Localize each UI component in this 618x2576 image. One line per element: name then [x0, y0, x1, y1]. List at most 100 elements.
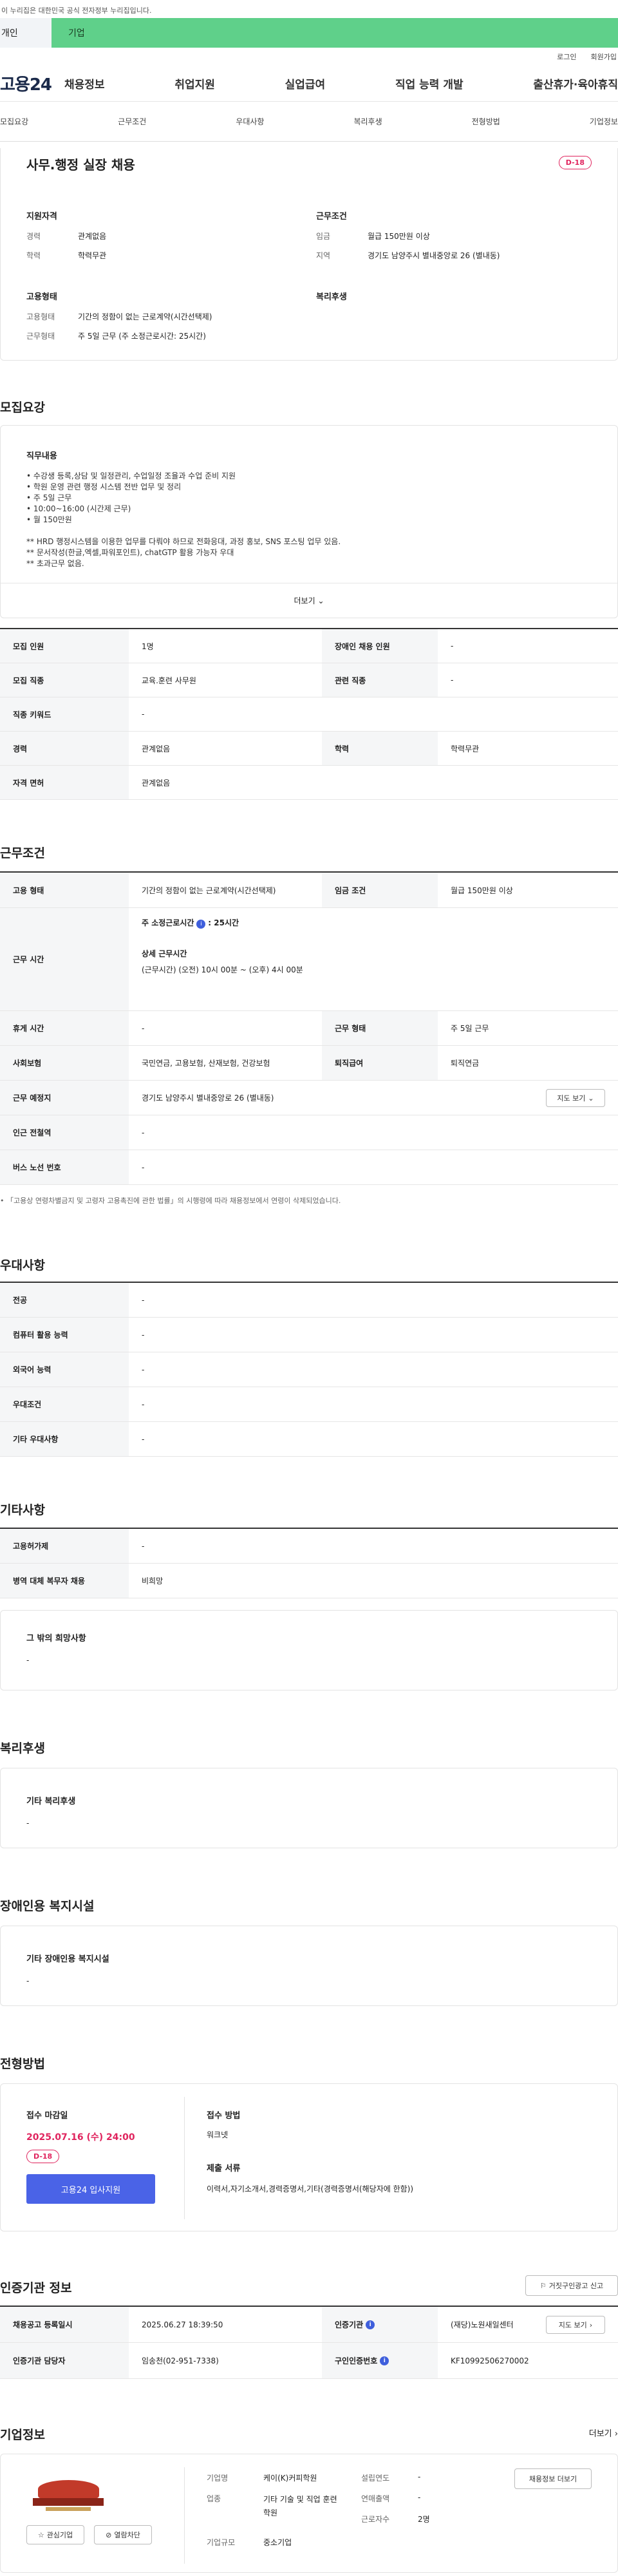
td: 경기도 남양주시 별내중앙로 26 (별내동) — [142, 1094, 274, 1103]
disability-title: 장애인용 복지시설 — [0, 1899, 95, 1913]
th: 구인인증번호 i — [322, 2343, 438, 2378]
desc-line: • 학원 운영 관련 행정 시스템 전반 업무 및 정리 — [26, 482, 182, 491]
cert-map-button[interactable]: 지도 보기 › — [546, 2316, 605, 2334]
more-label: 더보기 — [294, 596, 315, 605]
menu-unemployment-benefit[interactable]: 실업급여 — [285, 75, 326, 91]
sales-value: - — [418, 2493, 421, 2502]
apply-button[interactable]: 고용24 입사지원 — [26, 2174, 155, 2204]
th: 인증기관 담당자 — [0, 2343, 129, 2378]
recruit-title: 모집요강 — [0, 401, 45, 415]
table-row: 우대조건 - — [0, 1387, 618, 1422]
th: 고용허가제 — [0, 1529, 129, 1563]
table-row: 직종 키워드 - — [0, 697, 618, 732]
detail-label: 상세 근무시간 — [142, 949, 187, 958]
cond-v2: 경기도 남양주시 별내중앙로 26 (별내동) — [368, 251, 500, 260]
cert-map-label: 지도 보기 — [558, 2321, 587, 2329]
table-row: 버스 노선 번호 - — [0, 1150, 618, 1185]
more-button[interactable]: 더보기 ⌄ — [1, 583, 617, 618]
snb-recruit[interactable]: 모집요강 — [0, 116, 28, 127]
info-icon[interactable]: i — [196, 920, 206, 929]
menu-vocational-training[interactable]: 직업 능력 개발 — [395, 75, 464, 91]
qual-title: 지원자격 — [26, 212, 57, 222]
industry-label: 업종 — [207, 2494, 221, 2503]
num-label: 구인인증번호 — [335, 2356, 378, 2365]
industry-value: 기타 기술 및 직업 훈련학원 — [263, 2495, 337, 2517]
snb-apply[interactable]: 전형방법 — [472, 116, 500, 127]
welfare-group: 복리후생 — [316, 290, 347, 311]
docs-value: 이력서,자기소개서,경력증명서,기타(경력증명서(해당자에 한함)) — [207, 2184, 414, 2193]
tab-company[interactable]: 기업 — [52, 18, 618, 48]
company-title: 기업정보 — [0, 2428, 45, 2442]
chevron-down-icon: ⌄ — [588, 1094, 594, 1103]
info-icon[interactable]: i — [366, 2320, 375, 2329]
qualification-group: 지원자격 경력 관계없음 학력 학력무관 — [26, 209, 106, 269]
map-button[interactable]: 지도 보기 ⌄ — [546, 1089, 605, 1107]
report-label: 거짓구인광고 신고 — [548, 2282, 604, 2290]
cond-v1: 월급 150만원 이상 — [368, 232, 430, 241]
th: 자격 면허 — [0, 766, 129, 799]
agency-label: 인증기관 — [335, 2320, 364, 2329]
td: - — [142, 1330, 145, 1340]
menu-jobs[interactable]: 채용정보 — [64, 75, 105, 91]
year-value: - — [418, 2472, 421, 2481]
etc-box: 그 밖의 희망사항 - — [0, 1610, 618, 1690]
detail-value: (근무시간) (오전) 10시 00분 ~ (오후) 4시 00분 — [142, 965, 303, 974]
site-logo[interactable]: 고용24 — [0, 71, 64, 95]
snb-pref[interactable]: 우대사항 — [236, 116, 264, 127]
menu-employment-support[interactable]: 취업지원 — [174, 75, 215, 91]
td: 월급 150만원 이상 — [451, 886, 513, 895]
table-row: 전공 - — [0, 1283, 618, 1318]
divider — [184, 2097, 185, 2219]
favorite-button[interactable]: ☆ 관심기업 — [26, 2525, 84, 2544]
employees-value: 2명 — [418, 2515, 430, 2524]
desc-line: • 주 5일 근무 — [26, 493, 72, 502]
job-summary-card: 사무.행정 실장 채용 D-18 지원자격 경력 관계없음 학력 학력무관 근무조건… — [0, 148, 618, 361]
td: 기간의 정함이 없는 근로계약(시간선택제) — [142, 886, 276, 895]
signup-link[interactable]: 회원가입 — [591, 52, 617, 62]
desc-line: ** HRD 행정시스템을 이용한 업무를 다뤄야 하므로 전화응대, 과정 홍… — [26, 537, 341, 546]
company-box: ☆ 관심기업 ⊘ 열람차단 기업명 케이(K)커피학원 업종 기타 기술 및 직업 … — [0, 2454, 618, 2573]
th: 인근 전철역 — [0, 1115, 129, 1150]
login-link[interactable]: 로그인 — [557, 52, 576, 62]
table-row: 모집 직종 교육.훈련 사무원 관련 직종 - — [0, 663, 618, 697]
snb-work[interactable]: 근무조건 — [118, 116, 146, 127]
th: 근무 형태 — [322, 1011, 438, 1045]
cond-title: 근무조건 — [316, 212, 347, 222]
docs-label: 제출 서류 — [207, 2164, 241, 2174]
block-button[interactable]: ⊘ 열람차단 — [94, 2525, 152, 2544]
snb-company[interactable]: 기업정보 — [590, 116, 618, 127]
weekly-label: 주 소정근로시간 — [142, 918, 194, 927]
etc-box-value: - — [26, 1656, 30, 1665]
user-type-tabs: 개인 기업 — [0, 18, 618, 48]
info-icon[interactable]: i — [380, 2356, 389, 2365]
company-logo — [26, 2480, 110, 2515]
block-icon: ⊘ — [106, 2530, 112, 2539]
td: KF10992506270002 — [451, 2356, 529, 2365]
block-label: 열람차단 — [114, 2531, 140, 2539]
company-more-link[interactable]: 더보기 › — [589, 2427, 618, 2439]
th: 휴게 시간 — [0, 1011, 129, 1045]
th: 기타 우대사항 — [0, 1422, 129, 1456]
td: - — [142, 1295, 145, 1305]
company-jobs-button[interactable]: 채용정보 더보기 — [514, 2468, 592, 2489]
snb-welfare[interactable]: 복리후생 — [353, 116, 382, 127]
table-row: 사회보험 국민연금, 고용보험, 산재보험, 건강보험 퇴직급여 퇴직연금 — [0, 1046, 618, 1081]
flag-icon: ⚐ — [539, 2281, 547, 2290]
name-value: 케이(K)커피학원 — [263, 2474, 317, 2483]
disability-box-title: 기타 장애인용 복지시설 — [26, 1955, 109, 1964]
pref-title: 우대사항 — [0, 1258, 45, 1273]
section-nav: 모집요강 근무조건 우대사항 복리후생 전형방법 기업정보 — [0, 102, 618, 142]
main-menu: 채용정보 취업지원 실업급여 직업 능력 개발 출산휴가·육아휴직 — [64, 75, 618, 91]
th: 모집 직종 — [0, 663, 129, 697]
emp-k2: 근무형태 — [26, 332, 55, 341]
table-row: 자격 면허 관계없음 — [0, 766, 618, 800]
tab-personal[interactable]: 개인 — [0, 18, 52, 48]
apply-box: 접수 마감일 2025.07.16 (수) 24:00 D-18 고용24 입사… — [0, 2083, 618, 2231]
menu-parental-leave[interactable]: 출산휴가·육아휴직 — [533, 75, 618, 91]
method-value: 워크넷 — [207, 2130, 229, 2139]
divider — [184, 2467, 185, 2564]
th: 고용 형태 — [0, 873, 129, 907]
th: 외국어 능력 — [0, 1352, 129, 1387]
report-button[interactable]: ⚐ 거짓구인광고 신고 — [525, 2275, 618, 2296]
desc-line: ** 초과근무 없음. — [26, 559, 84, 568]
